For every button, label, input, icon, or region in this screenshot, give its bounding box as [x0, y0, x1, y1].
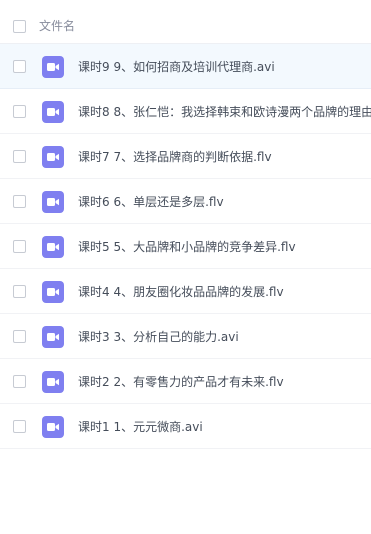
file-row[interactable]: 课时2 2、有零售力的产品才有未来.flv — [0, 359, 371, 404]
row-checkbox[interactable] — [13, 105, 26, 118]
video-file-icon — [42, 416, 64, 438]
file-row[interactable]: 课时6 6、单层还是多层.flv — [0, 179, 371, 224]
file-row[interactable]: 课时1 1、元元微商.avi — [0, 404, 371, 449]
video-file-icon — [42, 371, 64, 393]
file-row[interactable]: 课时9 9、如何招商及培训代理商.avi — [0, 44, 371, 89]
file-row[interactable]: 课时3 3、分析自己的能力.avi — [0, 314, 371, 359]
file-row[interactable]: 课时5 5、大品牌和小品牌的竞争差异.flv — [0, 224, 371, 269]
file-list-header: 文件名 — [0, 0, 371, 44]
file-name[interactable]: 课时4 4、朋友圈化妆品品牌的发展.flv — [78, 284, 284, 300]
video-file-icon — [42, 101, 64, 123]
video-file-icon — [42, 236, 64, 258]
file-name[interactable]: 课时9 9、如何招商及培训代理商.avi — [78, 59, 275, 75]
video-file-icon — [42, 281, 64, 303]
file-row[interactable]: 课时4 4、朋友圈化妆品品牌的发展.flv — [0, 269, 371, 314]
video-file-icon — [42, 191, 64, 213]
file-name[interactable]: 课时3 3、分析自己的能力.avi — [78, 329, 239, 345]
column-header-filename[interactable]: 文件名 — [39, 18, 75, 34]
file-row[interactable]: 课时8 8、张仁恺：我选择韩束和欧诗漫两个品牌的理由 — [0, 89, 371, 134]
file-name[interactable]: 课时8 8、张仁恺：我选择韩束和欧诗漫两个品牌的理由 — [78, 104, 371, 120]
row-checkbox[interactable] — [13, 375, 26, 388]
video-file-icon — [42, 326, 64, 348]
row-checkbox[interactable] — [13, 240, 26, 253]
select-all-checkbox[interactable] — [13, 20, 26, 33]
file-row[interactable]: 课时7 7、选择品牌商的判断依据.flv — [0, 134, 371, 179]
file-name[interactable]: 课时1 1、元元微商.avi — [78, 419, 203, 435]
video-file-icon — [42, 56, 64, 78]
file-name[interactable]: 课时2 2、有零售力的产品才有未来.flv — [78, 374, 284, 390]
row-checkbox[interactable] — [13, 330, 26, 343]
video-file-icon — [42, 146, 64, 168]
file-name[interactable]: 课时6 6、单层还是多层.flv — [78, 194, 224, 210]
row-checkbox[interactable] — [13, 195, 26, 208]
file-name[interactable]: 课时5 5、大品牌和小品牌的竞争差异.flv — [78, 239, 296, 255]
file-rows: 课时9 9、如何招商及培训代理商.avi 课时8 8、张仁恺：我选择韩束和欧诗漫… — [0, 44, 371, 449]
row-checkbox[interactable] — [13, 150, 26, 163]
row-checkbox[interactable] — [13, 285, 26, 298]
file-list: 文件名 课时9 9、如何招商及培训代理商.avi 课时8 8、张仁恺：我选择韩束… — [0, 0, 371, 534]
file-name[interactable]: 课时7 7、选择品牌商的判断依据.flv — [78, 149, 272, 165]
row-checkbox[interactable] — [13, 60, 26, 73]
row-checkbox[interactable] — [13, 420, 26, 433]
